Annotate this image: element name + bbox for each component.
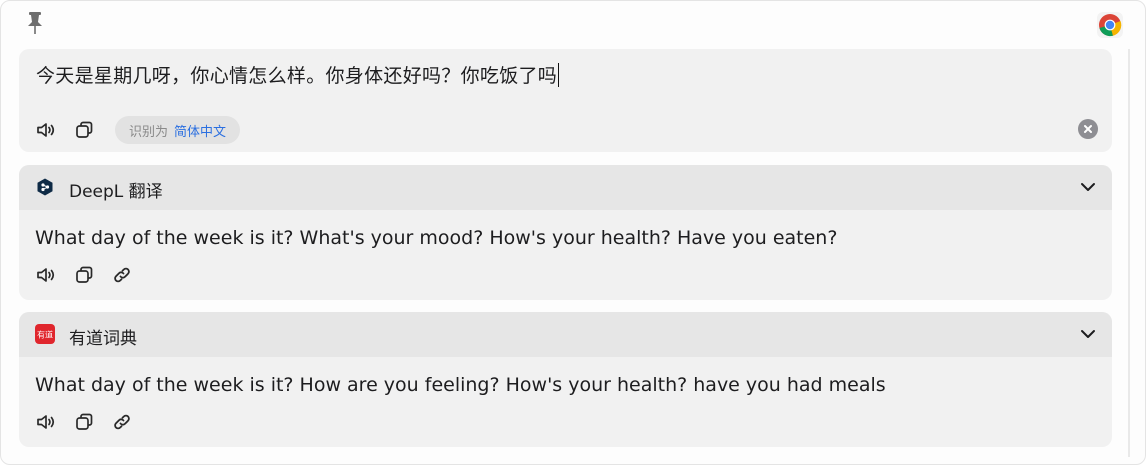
copy-icon[interactable] bbox=[73, 411, 95, 433]
detected-language-chip[interactable]: 识别为 简体中文 bbox=[115, 116, 241, 144]
speaker-icon[interactable] bbox=[35, 264, 57, 286]
youdao-logo-icon: 有道 bbox=[35, 324, 55, 344]
deepl-logo-icon bbox=[35, 177, 55, 197]
copy-icon[interactable] bbox=[73, 264, 95, 286]
source-input-card[interactable]: 今天是星期几呀，你心情怎么样。你身体还好吗？你吃饭了吗 识别为 简体中文 bbox=[19, 49, 1112, 152]
scrollbar-track[interactable] bbox=[1128, 49, 1130, 457]
copy-icon[interactable] bbox=[73, 119, 95, 141]
link-icon[interactable] bbox=[111, 264, 133, 286]
chevron-down-icon[interactable] bbox=[1078, 177, 1098, 197]
speaker-icon[interactable] bbox=[35, 411, 57, 433]
youdao-header[interactable]: 有道 有道词典 bbox=[19, 312, 1112, 357]
clear-icon[interactable] bbox=[1078, 119, 1098, 139]
youdao-service-name: 有道词典 bbox=[69, 329, 137, 349]
chevron-down-icon[interactable] bbox=[1078, 324, 1098, 344]
pin-icon[interactable] bbox=[25, 11, 45, 35]
youdao-result-card: 有道 有道词典 What day of the week is it? How … bbox=[19, 312, 1112, 447]
svg-text:有道: 有道 bbox=[37, 330, 53, 340]
deepl-header[interactable]: DeepL 翻译 bbox=[19, 165, 1112, 210]
deepl-service-name: DeepL 翻译 bbox=[69, 182, 163, 202]
deepl-translation-text: What day of the week is it? What's your … bbox=[35, 227, 838, 249]
chrome-icon[interactable] bbox=[1097, 12, 1123, 38]
translator-window: 今天是星期几呀，你心情怎么样。你身体还好吗？你吃饭了吗 识别为 简体中文 Dee… bbox=[0, 0, 1146, 465]
source-text: 今天是星期几呀，你心情怎么样。你身体还好吗？你吃饭了吗 bbox=[36, 65, 558, 87]
deepl-result-card: DeepL 翻译 What day of the week is it? Wha… bbox=[19, 165, 1112, 300]
detected-language: 简体中文 bbox=[174, 124, 227, 140]
speaker-icon[interactable] bbox=[35, 119, 57, 141]
detected-prefix: 识别为 bbox=[129, 124, 169, 140]
link-icon[interactable] bbox=[111, 411, 133, 433]
source-text-field[interactable]: 今天是星期几呀，你心情怎么样。你身体还好吗？你吃饭了吗 bbox=[36, 61, 560, 88]
youdao-translation-text: What day of the week is it? How are you … bbox=[35, 374, 886, 396]
text-caret bbox=[558, 63, 560, 87]
